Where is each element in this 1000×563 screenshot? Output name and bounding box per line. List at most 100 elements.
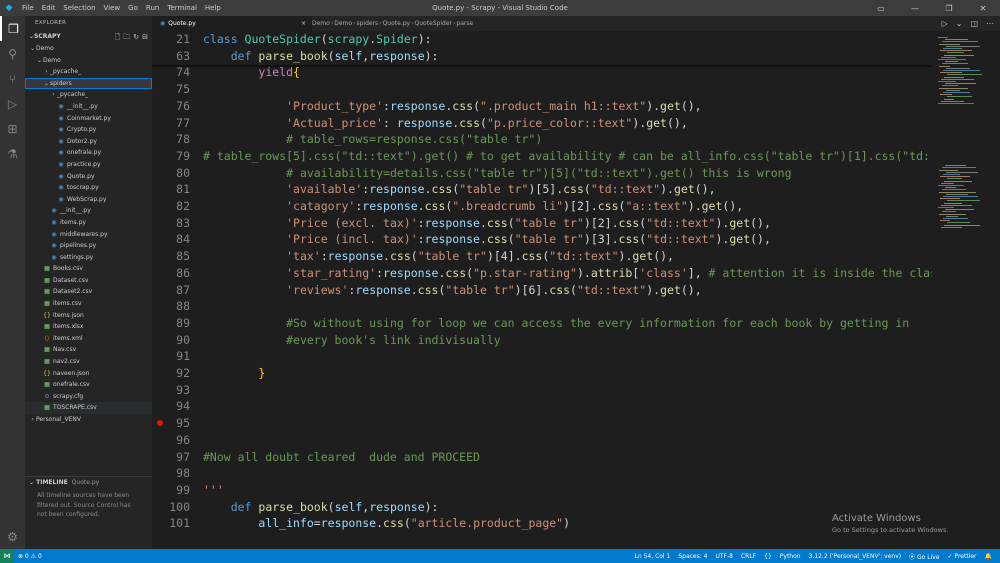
- tree-file[interactable]: ▦ items.csv: [25, 298, 152, 310]
- code-line[interactable]: 85 'tax':response.css("table tr")[4].css…: [152, 248, 932, 265]
- tree-file[interactable]: ◉ Dotor2.py: [25, 136, 152, 148]
- tree-file[interactable]: ◉ practice.py: [25, 159, 152, 171]
- breadcrumb-item[interactable]: Demo: [334, 20, 352, 27]
- source-control-icon[interactable]: ⑂: [0, 66, 25, 91]
- code-line[interactable]: 89 #So without using for loop we can acc…: [152, 315, 932, 332]
- menu-go[interactable]: Go: [124, 4, 142, 12]
- code-line[interactable]: 80 # availability=details.css("table tr"…: [152, 165, 932, 182]
- tree-file[interactable]: ◉ middlewares.py: [25, 229, 152, 241]
- code-line[interactable]: 98: [152, 465, 932, 482]
- python-interpreter[interactable]: 3.12.2 ('Personal_VENV': venv): [805, 553, 906, 560]
- code-line[interactable]: 94: [152, 398, 932, 415]
- code-line[interactable]: 81 'available':response.css("table tr")[…: [152, 181, 932, 198]
- chevron-down-icon[interactable]: ⌄: [956, 19, 963, 28]
- timeline-header[interactable]: ⌄ TIMELINE Quote.py: [25, 477, 152, 489]
- line-ending[interactable]: CRLF: [737, 553, 760, 560]
- code-line[interactable]: 96: [152, 432, 932, 449]
- tree-folder[interactable]: ⌄ Demo: [25, 55, 152, 67]
- tree-file[interactable]: ▦ Dataset.csv: [25, 275, 152, 287]
- breadcrumb-item[interactable]: Demo: [312, 20, 330, 27]
- tree-file[interactable]: ▦ Nav.csv: [25, 344, 152, 356]
- sticky-scroll-line[interactable]: 63 def parse_book(self,response):: [152, 47, 932, 65]
- tree-file[interactable]: ◉ Quote.py: [25, 171, 152, 183]
- tree-file[interactable]: ▦ Dataset2.csv: [25, 286, 152, 298]
- code-line[interactable]: 77 'Actual_price': response.css("p.price…: [152, 115, 932, 132]
- breadcrumb-item[interactable]: QuoteSpider: [415, 20, 453, 27]
- tree-file[interactable]: ◉ Crypto.py: [25, 124, 152, 136]
- tree-file[interactable]: ▦ TOSCRAPE.csv: [25, 402, 152, 414]
- menu-file[interactable]: File: [18, 4, 38, 12]
- minimize-button[interactable]: —: [898, 0, 932, 16]
- problems-count[interactable]: ⊗ 0 ⚠ 0: [14, 553, 46, 560]
- breadcrumb-item[interactable]: Quote.py: [383, 20, 411, 27]
- remote-icon[interactable]: ⋈: [0, 549, 14, 563]
- code-line[interactable]: 99 ''': [152, 482, 932, 499]
- tree-file[interactable]: ◉ pipelines.py: [25, 240, 152, 252]
- workspace-header[interactable]: ⌄ SCRAPY 🗋 🗀 ↻ ⊟: [25, 31, 152, 43]
- close-button[interactable]: ✕: [966, 0, 1000, 16]
- menu-edit[interactable]: Edit: [38, 4, 60, 12]
- new-folder-icon[interactable]: 🗀: [123, 31, 130, 43]
- menu-help[interactable]: Help: [201, 4, 225, 12]
- run-icon[interactable]: ▷: [942, 19, 948, 28]
- minimap[interactable]: [932, 31, 1000, 549]
- menu-selection[interactable]: Selection: [59, 4, 99, 12]
- code-line[interactable]: 88: [152, 298, 932, 315]
- code-line[interactable]: 91: [152, 348, 932, 365]
- breadcrumb-item[interactable]: spiders: [356, 20, 378, 27]
- cursor-position[interactable]: Ln 54, Col 1: [631, 553, 675, 560]
- tree-file[interactable]: ◉ items.py: [25, 217, 152, 229]
- code-line[interactable]: 100 def parse_book(self,response):: [152, 499, 932, 516]
- code-line[interactable]: 86 'star_rating':response.css("p.star-ra…: [152, 265, 937, 282]
- code-line[interactable]: 76 'Product_type':response.css(".product…: [152, 98, 932, 115]
- tree-file[interactable]: ◉ settings.py: [25, 252, 152, 264]
- search-icon[interactable]: ⚲: [0, 41, 25, 66]
- explorer-icon[interactable]: ❐: [0, 16, 25, 41]
- tree-file[interactable]: ▦ items.xlsx: [25, 321, 152, 333]
- tree-folder[interactable]: › _pycache_: [25, 66, 152, 78]
- new-file-icon[interactable]: 🗋: [115, 31, 121, 43]
- tree-file[interactable]: ⟨⟩ items.xml: [25, 333, 152, 345]
- tree-file[interactable]: ▦ onefrale.csv: [25, 379, 152, 391]
- indentation[interactable]: Spaces: 4: [674, 553, 711, 560]
- code-line[interactable]: 95: [152, 415, 932, 432]
- tree-file[interactable]: ⚙ scrapy.cfg: [25, 391, 152, 403]
- go-live-button[interactable]: ⦿ Go Live: [905, 552, 943, 561]
- code-line[interactable]: 97 #Now all doubt cleared dude and PROCEE…: [152, 449, 932, 466]
- tree-file[interactable]: ◉ __init__.py: [25, 101, 152, 113]
- refresh-icon[interactable]: ↻: [133, 31, 139, 43]
- collapse-all-icon[interactable]: ⊟: [142, 31, 148, 43]
- split-editor-icon[interactable]: ◫: [970, 19, 978, 28]
- testing-icon[interactable]: ⚗: [0, 141, 25, 166]
- sticky-scroll-line[interactable]: 21 class QuoteSpider(scrapy.Spider):: [152, 31, 932, 48]
- tree-folder[interactable]: ⌄ spiders: [25, 77, 152, 90]
- close-icon[interactable]: ×: [301, 20, 306, 27]
- breadcrumb-item[interactable]: parse: [456, 20, 473, 27]
- tree-folder[interactable]: › Personal_VENV: [25, 414, 152, 426]
- code-line[interactable]: 90 #every book's link indivisually: [152, 332, 932, 349]
- language-mode[interactable]: Python: [776, 553, 805, 560]
- tree-file[interactable]: {} items.json: [25, 310, 152, 322]
- tree-file[interactable]: ▦ Books.csv: [25, 263, 152, 275]
- settings-gear-icon[interactable]: ⚙: [0, 524, 25, 549]
- menu-terminal[interactable]: Terminal: [163, 4, 201, 12]
- maximize-button[interactable]: ❐: [932, 0, 966, 16]
- code-line[interactable]: 101 all_info=response.css("article.produ…: [152, 515, 932, 532]
- tree-file[interactable]: {} naveen.json: [25, 368, 152, 380]
- tree-folder[interactable]: ⌄ Demo: [25, 43, 152, 55]
- code-line[interactable]: 82 'catagory':response.css(".breadcrumb …: [152, 198, 932, 215]
- code-editor[interactable]: 21 class QuoteSpider(scrapy.Spider): 63 de…: [152, 31, 1000, 549]
- menu-view[interactable]: View: [100, 4, 125, 12]
- more-icon[interactable]: ⋯: [986, 19, 994, 28]
- tree-file[interactable]: ◉ __init__.py: [25, 205, 152, 217]
- tree-file[interactable]: ◉ onefrale.py: [25, 147, 152, 159]
- code-line[interactable]: 75: [152, 81, 932, 98]
- layout-icon[interactable]: ▭: [864, 0, 898, 16]
- prettier-button[interactable]: ✓ Prettier: [944, 553, 981, 560]
- tree-folder[interactable]: › _pycache_: [25, 89, 152, 101]
- tab-quote-py[interactable]: ◉ Quote.py ×: [152, 16, 312, 31]
- extensions-icon[interactable]: ⊞: [0, 116, 25, 141]
- tree-file[interactable]: ◉ toscrap.py: [25, 182, 152, 194]
- encoding[interactable]: UTF-8: [711, 553, 737, 560]
- code-line[interactable]: 87 'reviews':response.css("table tr")[6]…: [152, 282, 932, 299]
